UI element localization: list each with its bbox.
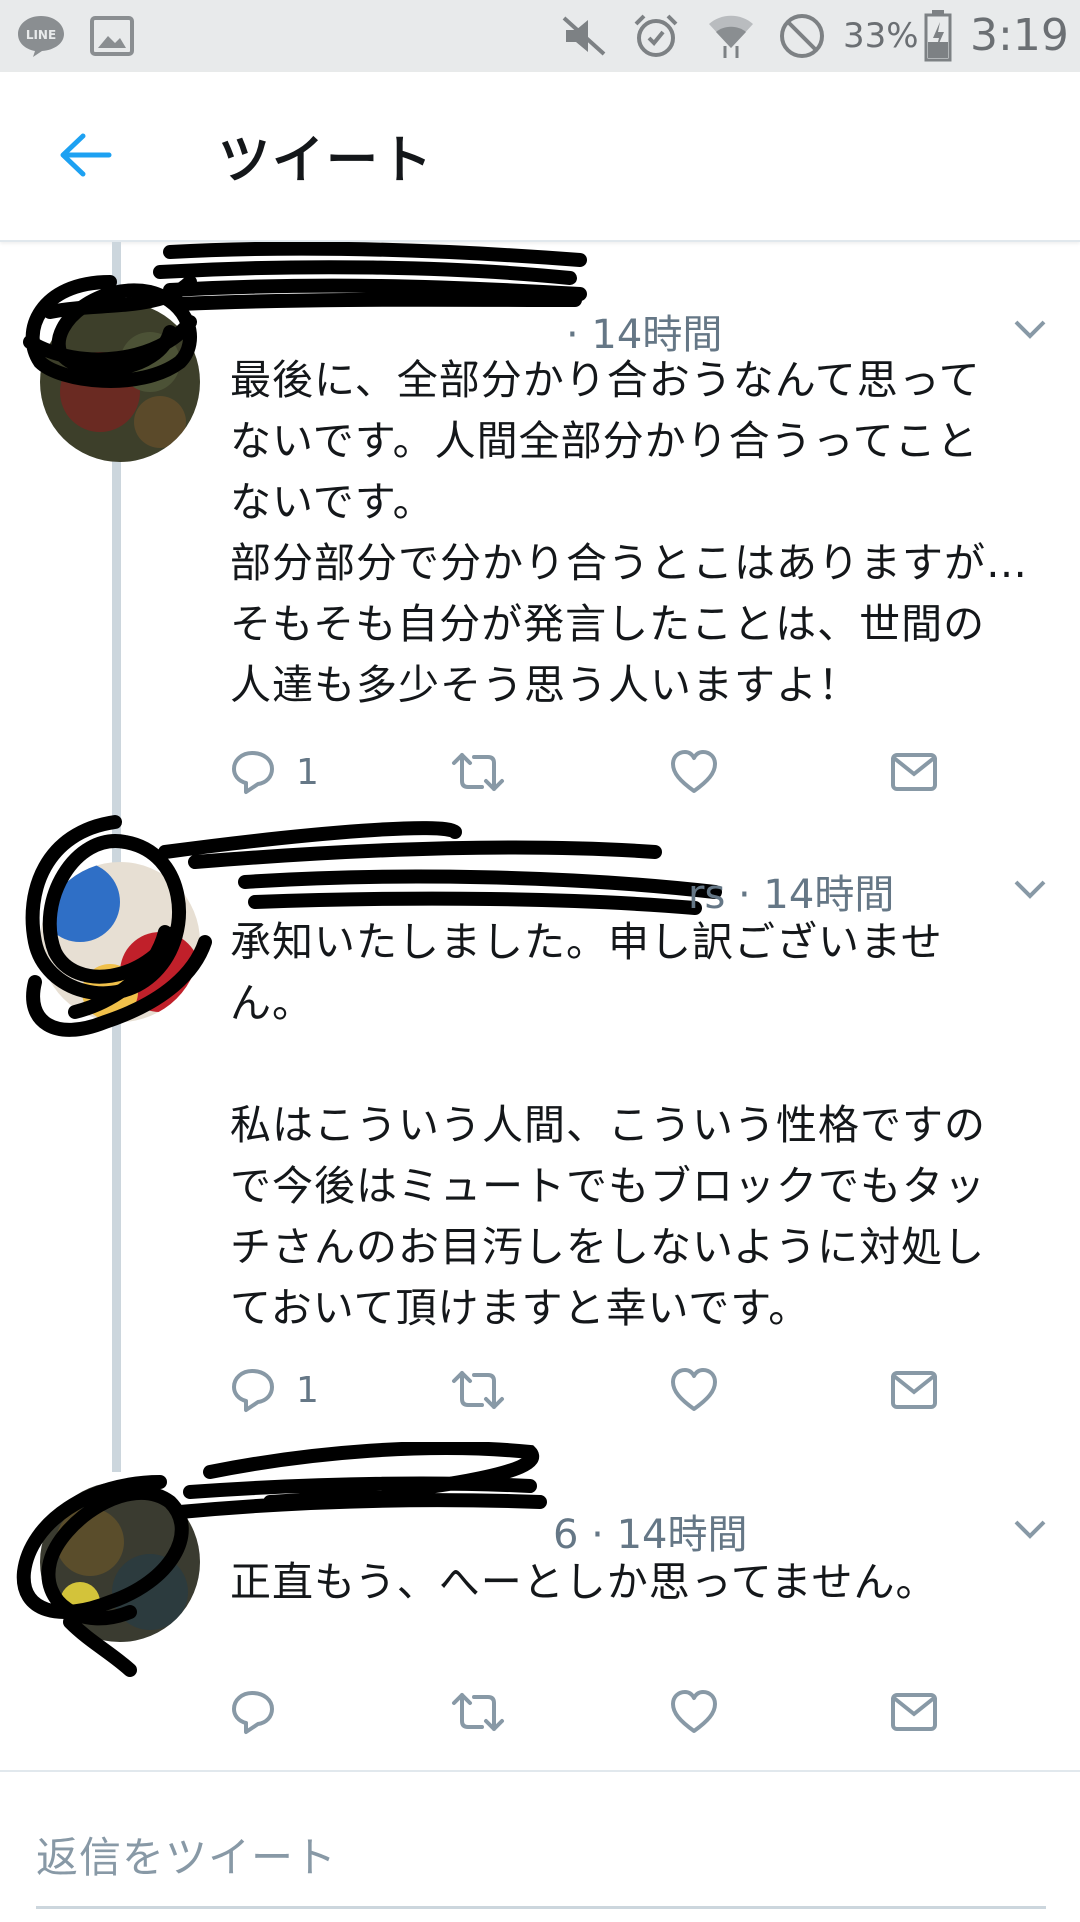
envelope-icon [891,753,937,791]
reply-button[interactable]: 1 [230,1360,319,1420]
battery-percent: 33% [843,16,919,56]
reply-icon [232,751,274,794]
alarm-icon [632,12,680,64]
tweet-line [230,1034,1050,1095]
tweet-line: ないです。人間全部分かり合うってこと [230,417,979,465]
retweet-button[interactable] [450,742,506,802]
page-title: ツイート [218,131,435,191]
like-button[interactable] [670,1682,718,1742]
heart-icon [671,1368,717,1411]
tweet[interactable]: · 14時間 最後に、全部分かり合おうなんて思って ないです。人間全部分かり合う… [0,242,1080,802]
retweet-icon [452,1693,504,1731]
reply-button[interactable]: 1 [230,742,319,802]
tweet-line: 人達も多少そう思う人いますよ！ [230,661,860,709]
tweet-menu-button[interactable] [1010,314,1050,344]
retweet-button[interactable] [450,1360,506,1420]
dm-button[interactable] [890,1682,938,1742]
like-button[interactable] [670,742,718,802]
reply-input-underline [36,1906,1046,1909]
tweet-line: 承知いたしました。申し訳ございませ [230,918,943,966]
tweet-line: ないです。 [230,478,435,526]
tweet[interactable]: rs · 14時間 承知いたしました。申し訳ございませ ん。 私はこういう人間、… [0,802,1080,1442]
clock-time: 3:19 [970,10,1069,61]
reply-input[interactable]: 返信をツイート [36,1824,337,1885]
status-bar: LINE 33% 3:19 [0,0,1080,72]
chevron-down-icon [1014,1520,1046,1539]
tweet-menu-button[interactable] [1010,1514,1050,1544]
avatar[interactable] [40,302,200,462]
battery-icon [924,10,952,66]
envelope-icon [891,1693,937,1731]
reply-icon [232,1691,274,1734]
dm-button[interactable] [890,742,938,802]
arrow-left-icon [60,133,112,177]
tweet-line: で今後はミュートでもブロックでもタッ [230,1162,986,1210]
tweet-line: そもそも自分が発言したことは、世間の [230,600,986,648]
tweet-actions: 1 [230,1360,990,1420]
reply-button[interactable] [230,1682,296,1742]
retweet-button[interactable] [450,1682,506,1742]
tweet-line: ておいて頂けますと幸いです。 [230,1284,811,1332]
tweet-text: 正直もう、へーとしか思ってません。 [230,1552,1050,1613]
do-not-disturb-icon [778,12,826,64]
chevron-down-icon [1014,320,1046,339]
tweet-line: 私はこういう人間、こういう性格ですの [230,1101,986,1149]
avatar[interactable] [40,862,200,1022]
tweet-line: 最後に、全部分かり合おうなんて思って [230,356,981,404]
reply-count: 1 [296,1369,319,1411]
svg-text:LINE: LINE [26,28,56,42]
back-button[interactable] [55,130,115,180]
tweet-line: チさんのお目汚しをしないように対処し [230,1223,986,1271]
tweet-actions [230,1682,990,1742]
heart-icon [671,1690,717,1733]
tweet-line: 部分部分で分かり合うとこはありますが… [230,539,1028,587]
tweet-menu-button[interactable] [1010,874,1050,904]
heart-icon [671,750,717,793]
retweet-icon [452,753,504,791]
reply-count: 1 [296,751,319,793]
mute-icon [560,14,608,62]
envelope-icon [891,1371,937,1409]
tweet-text: 最後に、全部分かり合おうなんて思って ないです。人間全部分かり合うってこと ない… [230,350,1050,716]
dm-button[interactable] [890,1360,938,1420]
tweet[interactable]: 6 · 14時間 正直もう、へーとしか思ってません。 [0,1442,1080,1768]
app-header: ツイート [0,72,1080,242]
tweet-text: 承知いたしました。申し訳ございませ ん。 私はこういう人間、こういう性格ですの … [230,912,1050,1339]
avatar[interactable] [40,1482,200,1642]
line-icon: LINE [16,14,66,62]
tweet-actions: 1 [230,742,990,802]
tweet-line: ん。 [230,979,314,1027]
chevron-down-icon [1014,880,1046,899]
wifi-icon [706,10,756,64]
reply-composer: 返信をツイート [0,1770,1080,1922]
reply-icon [232,1369,274,1412]
gallery-icon [90,16,134,60]
tweet-line: 正直もう、へーとしか思ってません。 [230,1558,938,1606]
like-button[interactable] [670,1360,718,1420]
retweet-icon [452,1371,504,1409]
